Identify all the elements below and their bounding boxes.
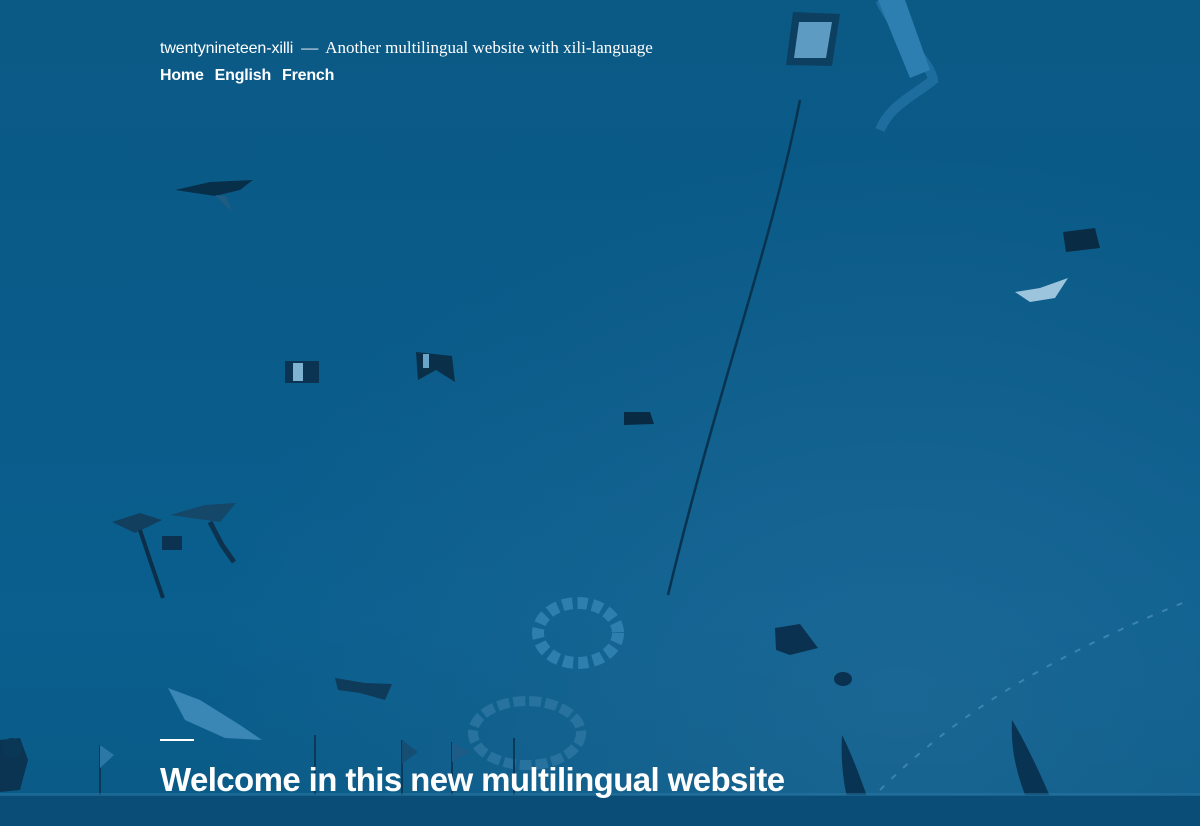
kites-photo bbox=[0, 0, 1200, 826]
kite-low-left bbox=[168, 688, 262, 740]
kite-white-bird bbox=[1015, 278, 1068, 302]
entry-header: Welcome in this new multilingual website bbox=[160, 739, 785, 799]
kite-bird-left bbox=[175, 180, 253, 212]
kite-right bbox=[1063, 228, 1100, 252]
kite-mid-right bbox=[775, 624, 818, 655]
kite-string bbox=[666, 99, 802, 596]
title-separator: — bbox=[301, 38, 319, 57]
kite-top bbox=[786, 12, 840, 66]
nav-item-home[interactable]: Home bbox=[160, 67, 204, 85]
main-navigation: Home English French bbox=[160, 67, 653, 85]
site-title-line: twentynineteen-xilli — Another multiling… bbox=[160, 38, 653, 58]
nav-item-french[interactable]: French bbox=[282, 67, 334, 85]
post-title: Welcome in this new multilingual website bbox=[160, 761, 785, 798]
title-rule bbox=[160, 739, 194, 741]
site-title-link[interactable]: twentynineteen-xilli bbox=[160, 40, 293, 58]
hero-background bbox=[0, 0, 1200, 826]
site-header: twentynineteen-xilli — Another multiling… bbox=[160, 38, 653, 85]
kite-low-mid bbox=[335, 678, 392, 700]
kite-small bbox=[624, 412, 654, 425]
site-description: Another multilingual website with xili-l… bbox=[325, 38, 653, 57]
kite-group-left bbox=[112, 503, 237, 599]
nav-item-english[interactable]: English bbox=[215, 67, 272, 85]
kite-box-2 bbox=[416, 352, 455, 382]
